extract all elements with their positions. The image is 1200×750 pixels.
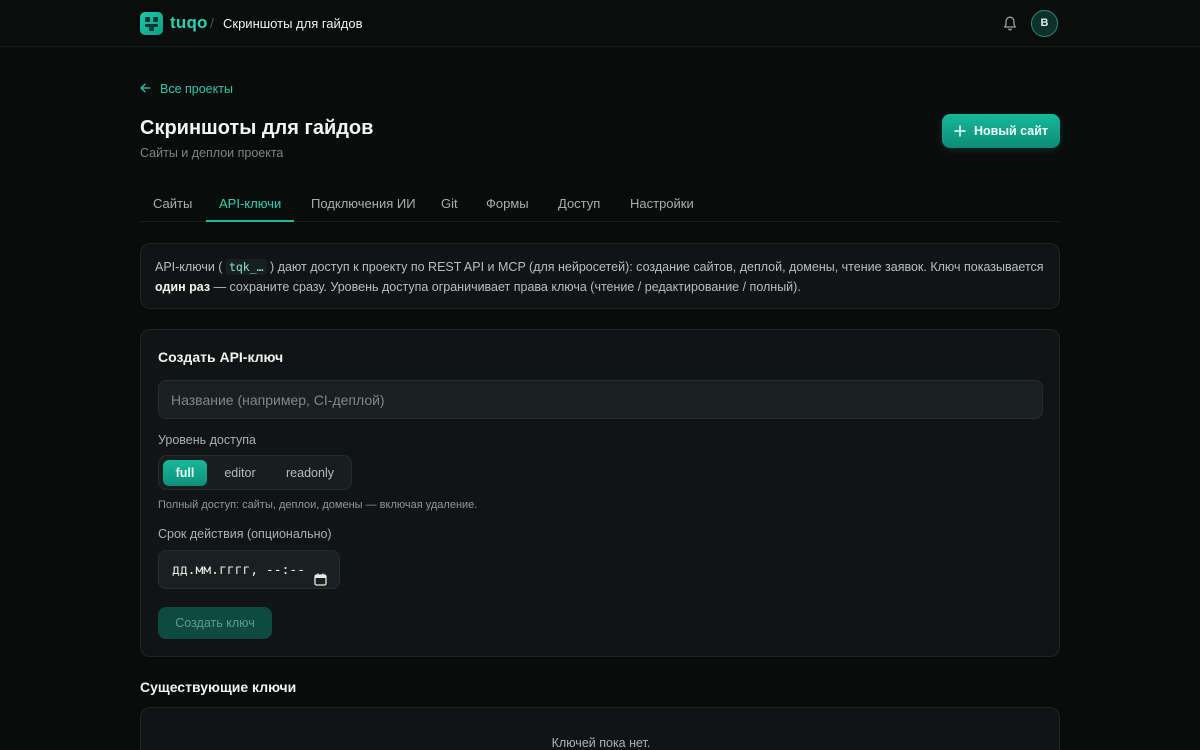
back-link[interactable]: Все проекты xyxy=(140,82,233,96)
info-banner: API-ключи ( tqk_… ) дают доступ к проект… xyxy=(140,243,1060,309)
tab-forms[interactable]: Формы xyxy=(486,196,529,211)
active-tab-indicator xyxy=(206,220,294,222)
access-level-description: Полный доступ: сайты, деплои, домены — в… xyxy=(158,499,478,511)
bell-icon[interactable] xyxy=(1002,15,1018,32)
create-key-title: Создать API-ключ xyxy=(158,349,284,365)
breadcrumb-separator: / xyxy=(210,15,214,31)
existing-keys-list: Ключей пока нет. xyxy=(140,707,1060,750)
create-key-card: Создать API-ключ Уровень доступа full ed… xyxy=(140,329,1060,657)
page-title: Скриншоты для гайдов xyxy=(140,117,374,139)
expiry-label: Срок действия (опционально) xyxy=(158,527,332,541)
key-name-input[interactable] xyxy=(158,380,1043,419)
tab-git[interactable]: Git xyxy=(441,196,458,211)
back-link-label: Все проекты xyxy=(160,82,233,96)
arrow-left-icon xyxy=(140,82,154,96)
info-text: ) дают доступ к проекту по REST API и MC… xyxy=(270,260,1044,274)
breadcrumb-project[interactable]: Скриншоты для гайдов xyxy=(223,16,363,31)
plus-icon xyxy=(954,123,966,139)
tab-ai-connections[interactable]: Подключения ИИ xyxy=(311,196,416,211)
expiry-date-input[interactable]: дд.мм.гггг, --:-- xyxy=(158,550,340,589)
tab-access[interactable]: Доступ xyxy=(558,196,600,211)
info-text: — сохраните сразу. Уровень доступа огран… xyxy=(213,279,801,294)
avatar[interactable]: B xyxy=(1031,10,1058,37)
empty-state-text: Ключей пока нет. xyxy=(551,736,651,750)
top-bar: tuqo / Скриншоты для гайдов B xyxy=(0,0,1200,47)
tab-sites[interactable]: Сайты xyxy=(153,196,192,211)
access-level-label: Уровень доступа xyxy=(158,433,256,447)
tab-settings[interactable]: Настройки xyxy=(630,196,694,211)
calendar-icon[interactable] xyxy=(314,563,327,586)
new-site-button[interactable]: Новый сайт xyxy=(942,114,1060,148)
existing-keys-title: Существующие ключи xyxy=(140,679,297,695)
info-emphasis: один раз xyxy=(155,279,211,294)
level-option-readonly[interactable]: readonly xyxy=(274,460,346,486)
brand-name[interactable]: tuqo xyxy=(170,13,208,33)
level-option-full[interactable]: full xyxy=(163,460,207,486)
level-option-editor[interactable]: editor xyxy=(212,460,268,486)
new-site-label: Новый сайт xyxy=(973,124,1049,138)
info-text: API-ключи ( xyxy=(155,260,223,274)
key-prefix-code: tqk_… xyxy=(225,259,267,275)
create-key-button[interactable]: Создать ключ xyxy=(158,607,272,639)
tab-bar: Сайты API-ключи Подключения ИИ Git Формы… xyxy=(140,186,1060,222)
access-level-selector: full editor readonly xyxy=(158,455,352,490)
expiry-placeholder: дд.мм.гггг, --:-- xyxy=(172,563,306,578)
tab-api-keys[interactable]: API-ключи xyxy=(219,196,281,211)
page-subtitle: Сайты и деплои проекта xyxy=(140,146,284,160)
logo-icon[interactable] xyxy=(140,12,163,35)
